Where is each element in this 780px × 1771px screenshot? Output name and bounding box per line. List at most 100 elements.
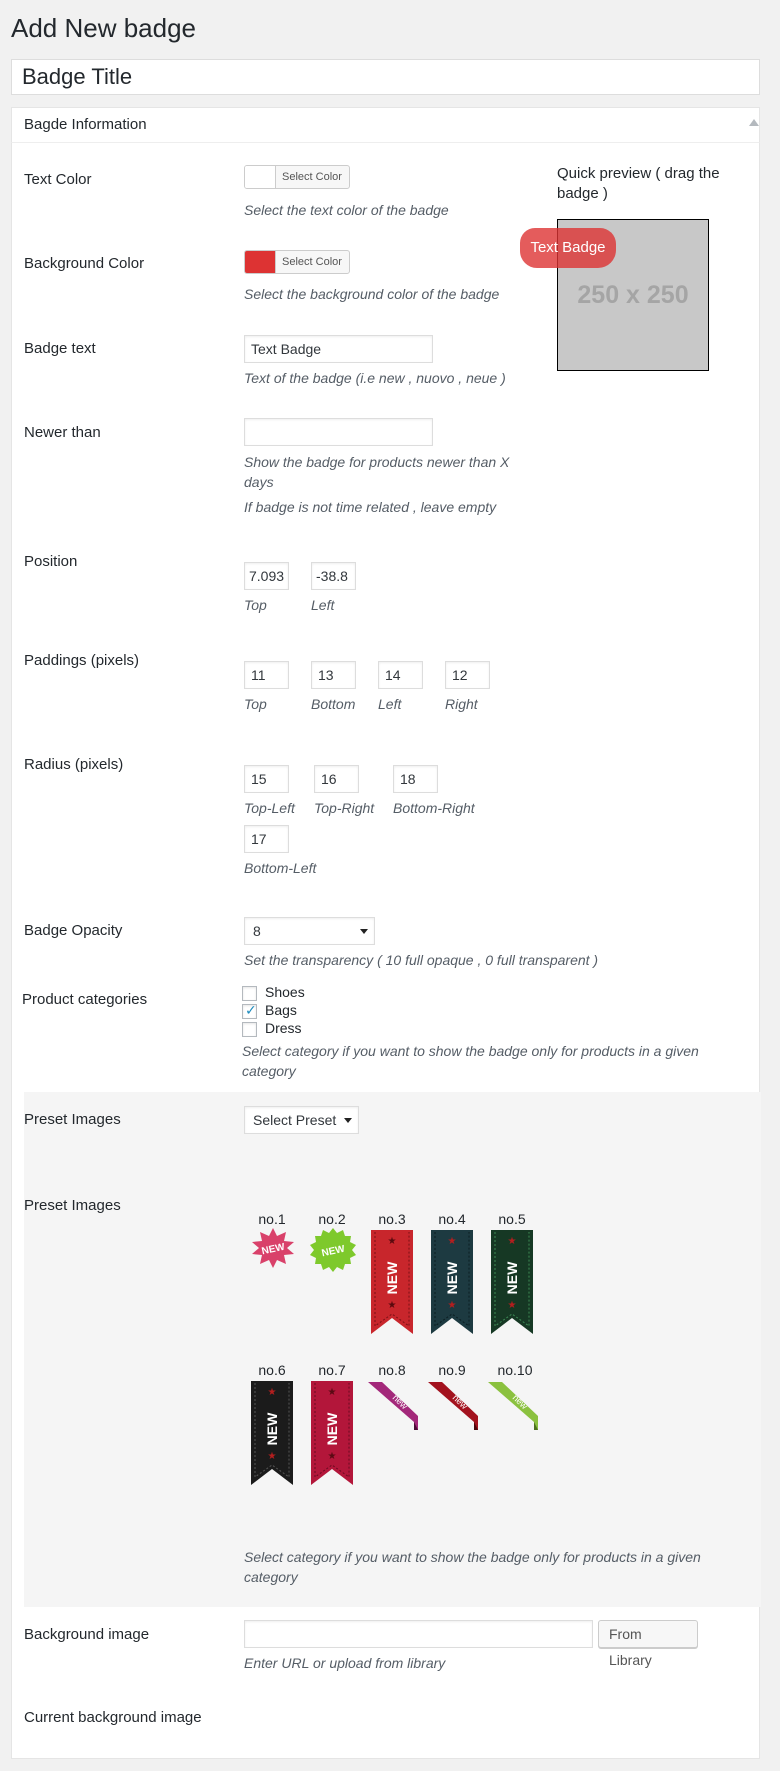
newer-than-label: Newer than [24,424,101,441]
preset-select-value: Select Preset [253,1112,337,1128]
category-checkbox-bags[interactable]: ✓ [242,1002,257,1019]
preset-label-7: no.7 [318,1362,346,1378]
preset-label-1: no.1 [258,1211,286,1227]
preset-image-5-ribbon-green[interactable]: ★ ★ NEW [489,1230,535,1336]
background-image-description: Enter URL or upload from library [244,1655,446,1671]
badge-text-input[interactable]: Text Badge [244,335,433,363]
padding-left-label: Left [378,696,402,712]
preset-label-8: no.8 [378,1362,406,1378]
star-icon: ★ [508,1300,517,1311]
position-left-input[interactable]: -38.8 [311,562,356,590]
radius-top-left-label: Top-Left [244,800,295,816]
text-color-button-label: Select Color [282,171,342,183]
draggable-badge-preview[interactable]: Text Badge [520,228,616,268]
padding-right-input[interactable]: 12 [445,661,490,689]
category-checkbox-shoes[interactable] [242,986,257,1001]
star-icon: ★ [328,1451,337,1462]
radius-top-left-input[interactable]: 15 [244,765,289,793]
preset-images-label: Preset Images [24,1197,121,1214]
preset-label-6: no.6 [258,1362,286,1378]
category-label-shoes: Shoes [265,984,305,1000]
paddings-label: Paddings (pixels) [24,652,140,669]
badge-text-description: Text of the badge (i.e new , nuovo , neu… [244,370,506,386]
preset-image-4-ribbon-teal[interactable]: ★ ★ NEW [429,1230,475,1336]
star-icon: ★ [388,1236,397,1247]
star-icon: ★ [508,1236,517,1247]
collapse-toggle-icon[interactable] [749,119,759,126]
text-color-picker-button[interactable]: Select Color [244,165,350,189]
checkmark-icon: ✓ [245,1002,257,1018]
newer-than-description: Show the badge for products newer than X… [244,454,510,490]
text-color-label: Text Color [24,171,92,188]
opacity-select-value: 8 [253,923,261,939]
badge-title-input[interactable]: Badge Title [11,59,760,95]
background-color-description: Select the background color of the badge [244,286,500,302]
category-checkbox-dress[interactable] [242,1022,257,1037]
opacity-select[interactable]: 8 [244,917,375,945]
radius-label: Radius (pixels) [24,756,124,773]
star-icon: ★ [328,1387,337,1398]
preset-image-6-ribbon-black[interactable]: ★ ★ NEW [249,1381,295,1487]
preset-label-3: no.3 [378,1211,406,1227]
position-top-input[interactable]: 7.093 [244,562,289,590]
category-label-bags: Bags [265,1002,297,1018]
radius-top-right-label: Top-Right [314,800,375,816]
preset-label-4: no.4 [438,1211,466,1227]
preset-select-label: Preset Images [24,1111,121,1128]
chevron-down-icon [344,1118,352,1123]
preset-select[interactable]: Select Preset [244,1106,359,1134]
preset-image-8-corner-purple[interactable]: new [368,1380,418,1430]
padding-bottom-label: Bottom [311,696,356,712]
star-icon: ★ [268,1387,277,1398]
preset-label-2: no.2 [318,1211,346,1227]
panel-title: Bagde Information [24,116,147,133]
background-color-picker-button[interactable]: Select Color [244,250,350,274]
preset-6-text: NEW [264,1412,280,1445]
radius-bottom-left-input[interactable]: 17 [244,825,289,853]
radius-bottom-left-label: Bottom-Left [244,860,317,876]
background-color-label: Background Color [24,255,145,272]
preset-label-9: no.9 [438,1362,466,1378]
text-color-description: Select the text color of the badge [244,202,449,218]
category-label-dress: Dress [265,1020,302,1036]
position-left-label: Left [311,597,335,613]
badge-text-label: Badge text [24,340,96,357]
chevron-down-icon [360,929,368,934]
preset-label-5: no.5 [498,1211,526,1227]
padding-left-input[interactable]: 14 [378,661,423,689]
padding-top-input[interactable]: 11 [244,661,289,689]
preset-3-text: NEW [384,1261,400,1294]
background-image-url-input[interactable] [244,1620,593,1648]
background-image-label: Background image [24,1626,150,1643]
preview-title: Quick preview ( drag the badge ) [557,165,720,202]
padding-top-label: Top [244,696,267,712]
preset-image-2-seal-new[interactable]: NEW [308,1226,358,1276]
background-color-button-label: Select Color [282,256,342,268]
newer-than-input[interactable] [244,418,433,446]
preset-4-text: NEW [444,1261,460,1294]
from-library-button[interactable]: From Library [598,1620,698,1668]
categories-label: Product categories [22,991,148,1008]
preset-label-10: no.10 [497,1362,533,1378]
current-background-label: Current background image [24,1709,202,1726]
preset-image-3-ribbon-red[interactable]: ★ ★ NEW [369,1230,415,1336]
star-icon: ★ [448,1236,457,1247]
preset-image-9-corner-red[interactable]: new [428,1380,478,1430]
preset-images-description: Select category if you want to show the … [244,1549,701,1585]
radius-bottom-right-input[interactable]: 18 [393,765,438,793]
preset-image-1-starburst-new[interactable]: NEW [249,1226,297,1270]
page-title: Add New badge [11,13,197,43]
position-top-label: Top [244,597,267,613]
preset-section [24,1092,761,1607]
preset-image-7-ribbon-crimson[interactable]: ★ ★ NEW [309,1381,355,1487]
star-icon: ★ [268,1451,277,1462]
background-color-swatch [245,251,276,273]
preset-image-10-corner-green[interactable]: new [488,1380,538,1430]
newer-than-note: If badge is not time related , leave emp… [244,499,497,515]
opacity-description: Set the transparency ( 10 full opaque , … [244,952,599,968]
padding-bottom-input[interactable]: 13 [311,661,356,689]
position-label: Position [24,553,78,570]
radius-top-right-input[interactable]: 16 [314,765,359,793]
preset-7-text: NEW [324,1412,340,1445]
text-color-swatch [245,166,276,188]
